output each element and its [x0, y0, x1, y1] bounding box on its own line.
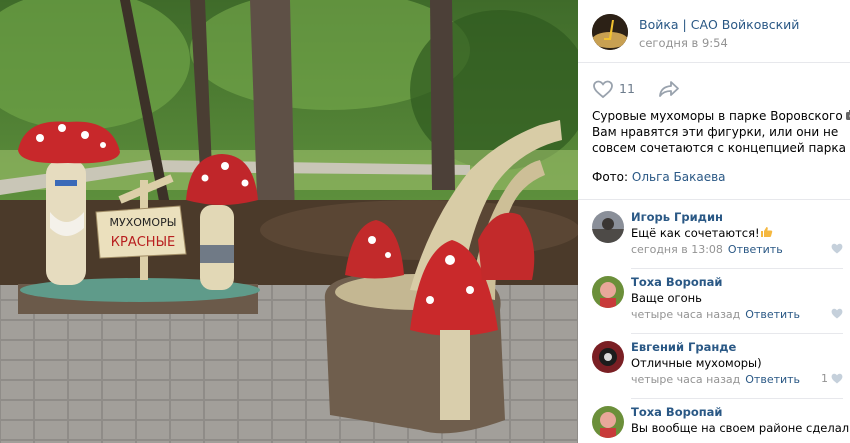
comment-author-link[interactable]: Тоха Воропай: [631, 275, 723, 289]
comment-time[interactable]: сегодня в 13:08: [631, 243, 723, 256]
comment-time[interactable]: четыре часа назад: [631, 308, 740, 321]
comment-text: Вы вообще на своем районе сделали: [631, 421, 850, 435]
comment-meta: сегодня в 13:08 Ответить: [631, 243, 783, 256]
post-text-line-2: Вам нравятся эти фигурки, или они не: [592, 125, 839, 139]
group-logo-icon: [592, 14, 628, 50]
post-sidebar: Войка | САО Войковский сегодня в 9:54 11…: [578, 0, 850, 443]
reply-button[interactable]: Ответить: [745, 373, 800, 386]
comment-meta: четыре часа назад Ответить: [631, 373, 800, 386]
like-count: 11: [619, 81, 635, 96]
comment: Евгений Гранде Отличные мухоморы) четыре…: [578, 335, 850, 399]
comment: Игорь Гридин Ещё как сочетаются! сегодня…: [578, 205, 850, 269]
comment-like-count: 1: [821, 372, 828, 385]
post-time[interactable]: сегодня в 9:54: [639, 36, 728, 50]
comment-author-link[interactable]: Игорь Гридин: [631, 210, 723, 224]
comment-separator: [631, 268, 843, 269]
user-avatar-icon: [592, 341, 624, 373]
sign-line-1: МУХОМОРЫ: [110, 216, 177, 229]
photo-credit: Фото: Ольга Бакаева: [592, 170, 726, 184]
comment-separator: [631, 333, 843, 334]
avatar[interactable]: [592, 406, 624, 438]
photo-author-link[interactable]: Ольга Бакаева: [632, 170, 726, 184]
comment-text: Ваще огонь: [631, 291, 702, 305]
photo-viewer: МУХОМОРЫ КРАСНЫЕ Войка | САО Войковский …: [0, 0, 850, 443]
reply-button[interactable]: Ответить: [728, 243, 783, 256]
park-mushrooms-photo: МУХОМОРЫ КРАСНЫЕ: [0, 0, 578, 443]
avatar[interactable]: [592, 276, 624, 308]
comment: Тоха Воропай Вы вообще на своем районе с…: [578, 400, 850, 443]
post-header: Войка | САО Войковский сегодня в 9:54: [578, 0, 850, 63]
post-text-line-3: совсем сочетаются с концепцией парка ?: [592, 141, 850, 155]
comment-author-link[interactable]: Евгений Гранде: [631, 340, 736, 354]
comment: Тоха Воропай Ваще огонь четыре часа наза…: [578, 270, 850, 334]
avatar[interactable]: [592, 341, 624, 373]
heart-icon[interactable]: [831, 243, 843, 254]
avatar[interactable]: [592, 211, 624, 243]
comment-separator: [631, 398, 843, 399]
heart-icon[interactable]: [831, 308, 843, 319]
comment-meta: четыре часа назад Ответить: [631, 308, 800, 321]
reply-button[interactable]: Ответить: [745, 308, 800, 321]
share-arrow-icon[interactable]: [657, 79, 681, 99]
post-text: Суровые мухоморы в парке Воровского Вам …: [592, 108, 850, 156]
camera-emoji: [845, 110, 850, 120]
group-name-link[interactable]: Войка | САО Войковский: [639, 17, 799, 32]
heart-icon[interactable]: [831, 373, 843, 384]
sign-line-2: КРАСНЫЕ: [111, 235, 176, 250]
post-photo[interactable]: МУХОМОРЫ КРАСНЫЕ: [0, 0, 578, 443]
user-avatar-icon: [592, 211, 624, 243]
post-actions: 11: [578, 76, 850, 104]
thumbs-up-emoji: [760, 227, 772, 237]
photo-credit-prefix: Фото:: [592, 170, 632, 184]
post-text-line-1-content: Суровые мухоморы в парке Воровского: [592, 109, 843, 123]
comment-time[interactable]: четыре часа назад: [631, 373, 740, 386]
comments-divider: [578, 199, 850, 200]
comment-author-link[interactable]: Тоха Воропай: [631, 405, 723, 419]
comment-text-content: Ещё как сочетаются!: [631, 226, 760, 240]
comment-text: Ещё как сочетаются!: [631, 226, 773, 240]
post-text-line-1: Суровые мухоморы в парке Воровского: [592, 108, 850, 124]
user-avatar-icon: [592, 276, 624, 308]
user-avatar-icon: [592, 406, 624, 438]
group-avatar[interactable]: [592, 14, 628, 50]
comment-text: Отличные мухоморы): [631, 356, 762, 370]
heart-outline-icon[interactable]: [592, 79, 614, 99]
